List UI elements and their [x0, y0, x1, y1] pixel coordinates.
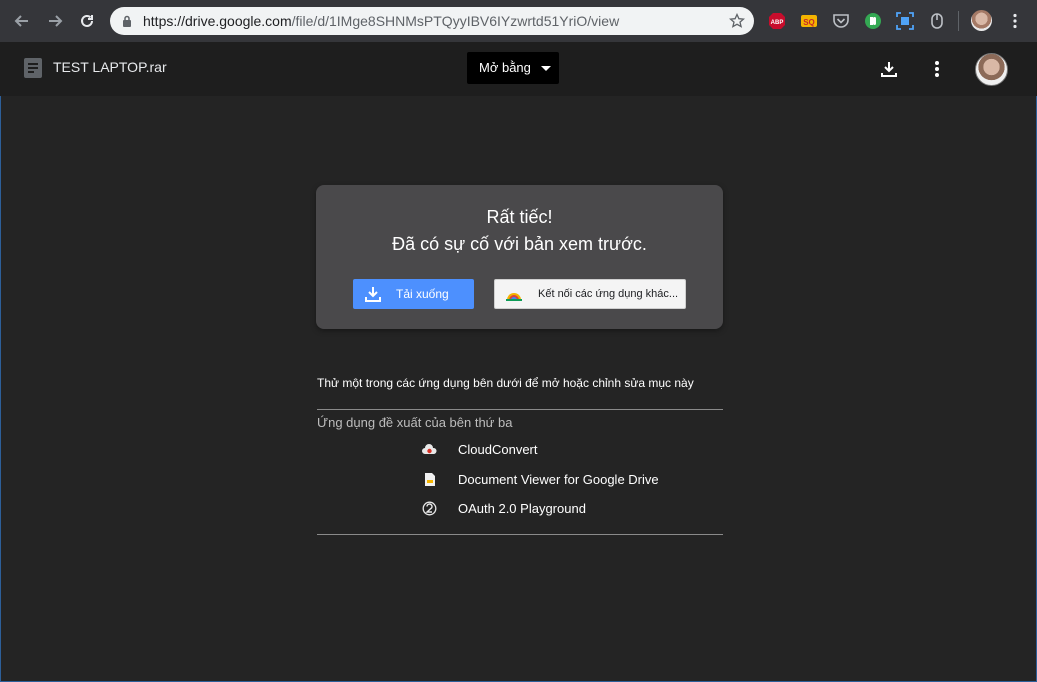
- divider-top: [317, 409, 723, 410]
- preview-area: Rất tiếc! Đã có sự cố với bản xem trước.…: [0, 96, 1037, 682]
- toolbar-separator: [958, 11, 959, 31]
- app-item-document-viewer[interactable]: Document Viewer for Google Drive: [422, 470, 722, 490]
- bookmark-star-icon[interactable]: [729, 13, 745, 29]
- green-extension[interactable]: [862, 10, 884, 32]
- lock-icon: [123, 15, 131, 27]
- browser-menu-button[interactable]: [1004, 10, 1026, 32]
- divider-bottom: [317, 534, 723, 535]
- abp-label: ABP: [771, 20, 784, 26]
- url-text: https://drive.google.com/file/d/1IMge8SH…: [143, 13, 619, 29]
- app-item-cloudconvert[interactable]: CloudConvert: [422, 440, 722, 460]
- address-bar[interactable]: https://drive.google.com/file/d/1IMge8SH…: [110, 7, 754, 35]
- adblock-extension[interactable]: ABP: [766, 10, 788, 32]
- more-actions-button[interactable]: [925, 57, 949, 81]
- open-with-label: Mở bằng: [479, 60, 531, 75]
- connect-apps-button[interactable]: Kết nối các ứng dụng khác...: [494, 279, 686, 309]
- mouse-extension[interactable]: [926, 10, 948, 32]
- oauth-icon: [422, 501, 437, 516]
- more-vert-icon: [935, 61, 939, 77]
- forward-button[interactable]: [42, 8, 68, 34]
- mouse-icon: [931, 13, 943, 29]
- caret-down-icon: [541, 66, 551, 71]
- arrow-right-icon: [49, 15, 63, 27]
- download-icon: [881, 62, 897, 77]
- pocket-extension[interactable]: [830, 10, 852, 32]
- preview-error-card: Rất tiếc! Đã có sự cố với bản xem trước.…: [316, 185, 723, 329]
- download-header-button[interactable]: [877, 57, 901, 81]
- reload-icon: [81, 14, 93, 27]
- connect-apps-icon: [506, 293, 522, 301]
- suggested-apps-heading: Ứng dụng đề xuất của bên thứ ba: [317, 415, 513, 430]
- sq-label: SQ: [803, 18, 815, 27]
- profile-avatar[interactable]: [971, 10, 992, 31]
- cloudconvert-icon: [422, 442, 437, 457]
- download-button[interactable]: Tải xuống: [353, 279, 474, 309]
- pocket-icon: [833, 14, 849, 28]
- download-icon: [365, 287, 381, 302]
- connect-apps-label: Kết nối các ứng dụng khác...: [538, 288, 679, 300]
- arrow-left-icon: [14, 15, 28, 27]
- apps-instruction: Thử một trong các ứng dụng bên dưới để m…: [317, 376, 694, 390]
- url-domain: https://drive.google.com: [143, 13, 292, 29]
- document-viewer-icon: [422, 472, 437, 487]
- screenshot-icon: [896, 12, 914, 30]
- url-path: /file/d/1IMge8SHNMsPTQyyIBV6IYzwrtd51Yri…: [291, 13, 620, 29]
- download-label: Tải xuống: [396, 287, 449, 301]
- file-title: TEST LAPTOP.rar: [53, 59, 167, 75]
- app-item-oauth-playground[interactable]: OAuth 2.0 Playground: [422, 499, 722, 519]
- back-button[interactable]: [9, 8, 35, 34]
- viewer-header: TEST LAPTOP.rar Mở bằng: [0, 42, 1037, 96]
- reload-button[interactable]: [74, 8, 100, 34]
- app-name: CloudConvert: [458, 442, 538, 457]
- screenshot-extension[interactable]: [894, 10, 916, 32]
- archive-file-icon: [24, 58, 42, 78]
- sq-icon: SQ: [801, 15, 817, 27]
- account-avatar[interactable]: [975, 53, 1008, 86]
- green-circle-icon: [865, 13, 881, 29]
- more-vert-icon: [1013, 13, 1017, 29]
- sq-extension[interactable]: SQ: [798, 10, 820, 32]
- error-subtitle: Đã có sự cố với bản xem trước.: [392, 234, 647, 254]
- app-name: Document Viewer for Google Drive: [458, 472, 659, 487]
- abp-icon: ABP: [769, 13, 785, 29]
- browser-toolbar: https://drive.google.com/file/d/1IMge8SH…: [0, 0, 1037, 42]
- open-with-dropdown[interactable]: Mở bằng: [467, 52, 559, 84]
- error-title: Rất tiếc!: [486, 207, 553, 227]
- app-name: OAuth 2.0 Playground: [458, 501, 586, 516]
